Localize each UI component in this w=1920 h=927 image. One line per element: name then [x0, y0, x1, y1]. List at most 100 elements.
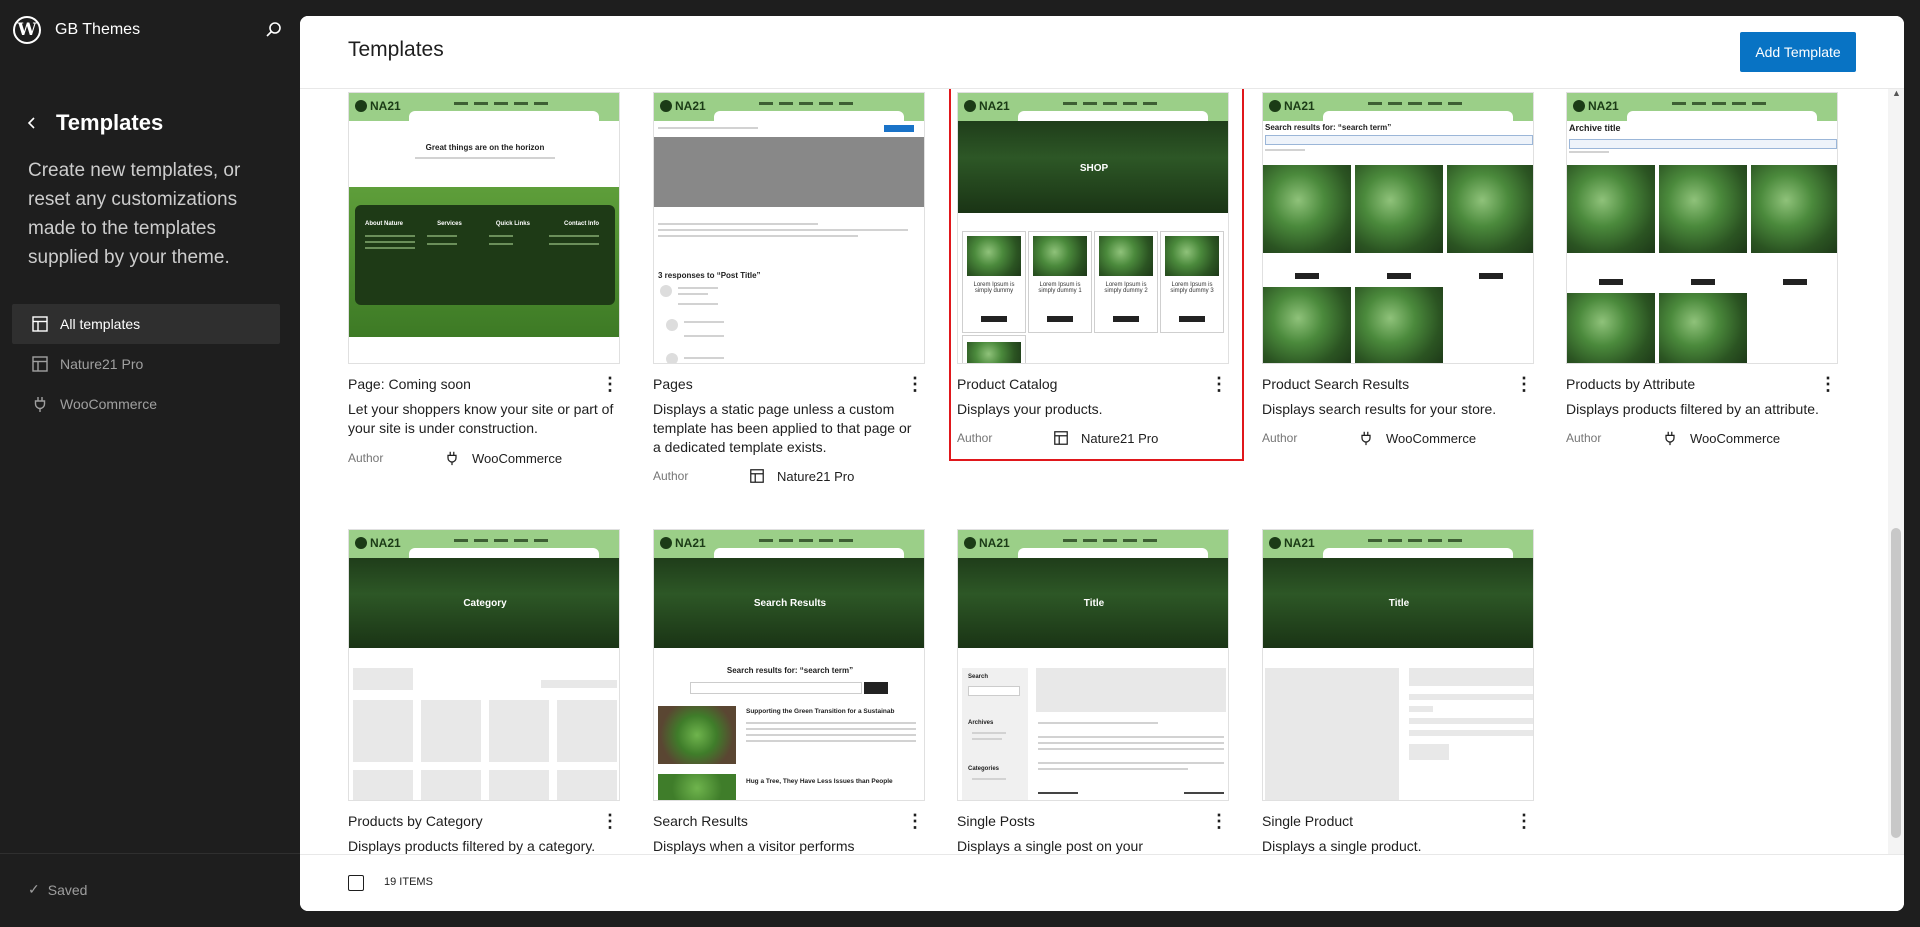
template-preview[interactable]: NA21 Search Results Search results for: …	[653, 529, 925, 801]
template-preview[interactable]: NA21 Search results for: “search term”	[1262, 92, 1534, 364]
author-label: Author	[1262, 431, 1298, 445]
sidebar-item-woocommerce[interactable]: WooCommerce	[12, 384, 280, 424]
template-card: NA21 3 responses to “Post Title” Pages ⋮…	[653, 92, 925, 492]
template-preview[interactable]: NA21 3 responses to “Post Title”	[653, 92, 925, 364]
template-preview[interactable]: NA21 Title	[1262, 529, 1534, 801]
add-template-button[interactable]: Add Template	[1740, 32, 1856, 72]
more-actions-icon[interactable]: ⋮	[1819, 372, 1837, 396]
preview-logo: NA21	[660, 536, 706, 550]
template-description: Displays a static page unless a custom t…	[653, 401, 912, 455]
template-title[interactable]: Page: Coming soon	[348, 376, 588, 392]
template-description: Displays a single post on your	[957, 838, 1143, 854]
back-chevron-icon[interactable]	[20, 111, 44, 135]
sidebar-title: Templates	[56, 110, 164, 135]
preview-header: NA21	[349, 530, 619, 558]
more-actions-icon[interactable]: ⋮	[1210, 809, 1228, 833]
preview-banner-label: Title	[1388, 598, 1410, 609]
template-title[interactable]: Products by Attribute	[1566, 376, 1806, 392]
plugin-icon	[1356, 428, 1376, 448]
author-name: WooCommerce	[1690, 430, 1781, 446]
template-title[interactable]: Products by Category	[348, 813, 588, 829]
author-name: Nature21 Pro	[777, 468, 855, 484]
template-card: NA21 Search results for: “search term” P…	[1262, 92, 1534, 492]
page-title: Templates	[348, 38, 444, 61]
sidebar: W GB Themes Templates Create new templat…	[0, 0, 300, 927]
template-description: Displays search results for your store.	[1262, 401, 1497, 417]
preview-header: NA21	[654, 530, 924, 558]
preview-heading: Archive title	[1569, 123, 1621, 133]
template-card: NA21 Title Single Product ⋮ Displays a s…	[1262, 529, 1534, 854]
plugin-icon	[442, 448, 462, 468]
save-status-label: Saved	[47, 881, 88, 898]
preview-heading: Search results for: “search term”	[1265, 123, 1392, 132]
preview-banner-label: Title	[1083, 598, 1105, 609]
template-card: NA21 Search Results Search results for: …	[653, 529, 925, 854]
preview-header: NA21	[958, 530, 1228, 558]
template-title[interactable]: Search Results	[653, 813, 893, 829]
template-title[interactable]: Product Search Results	[1262, 376, 1502, 392]
preview-header: NA21	[1567, 93, 1837, 121]
author-name: WooCommerce	[1386, 430, 1477, 446]
plugin-icon	[1660, 428, 1680, 448]
author-label: Author	[653, 469, 689, 483]
sidebar-divider	[0, 853, 300, 854]
template-author: Author WooCommerce	[1262, 428, 1476, 448]
sidebar-item-all-templates[interactable]: All templates	[12, 304, 280, 344]
template-description: Let your shoppers know your site or part…	[348, 401, 614, 436]
layout-icon	[30, 314, 50, 334]
sidebar-item-label: All templates	[60, 316, 141, 332]
layout-icon	[747, 466, 767, 486]
preview-header: NA21	[1263, 93, 1533, 121]
template-author: Author WooCommerce	[1566, 428, 1780, 448]
navigator-header: Templates	[20, 110, 163, 136]
scroll-up-icon[interactable]: ▲	[1892, 88, 1901, 98]
more-actions-icon[interactable]: ⋮	[1515, 809, 1533, 833]
template-preview[interactable]: NA21 Archive title	[1566, 92, 1838, 364]
site-hub[interactable]: W GB Themes	[13, 14, 140, 46]
preview-logo: NA21	[964, 536, 1010, 550]
main-panel: NA21 Great things are on the horizon Abo…	[300, 16, 1904, 911]
sidebar-item-label: Nature21 Pro	[60, 356, 144, 372]
template-card: NA21 Great things are on the horizon Abo…	[348, 92, 620, 492]
more-actions-icon[interactable]: ⋮	[906, 372, 924, 396]
author-label: Author	[1566, 431, 1602, 445]
more-actions-icon[interactable]: ⋮	[601, 809, 619, 833]
template-preview[interactable]: NA21 Title Search Archives Categories	[957, 529, 1229, 801]
preview-post-title: Hug a Tree, They Have Less Issues than P…	[746, 778, 893, 785]
scrollbar[interactable]: ▲ ▼	[1888, 88, 1904, 911]
item-count: 19 ITEMS	[384, 876, 433, 888]
more-actions-icon[interactable]: ⋮	[601, 372, 619, 396]
more-actions-icon[interactable]: ⋮	[1515, 372, 1533, 396]
template-preview[interactable]: NA21 Great things are on the horizon Abo…	[348, 92, 620, 364]
template-author: Author WooCommerce	[348, 448, 562, 468]
preview-heading: Great things are on the horizon	[425, 143, 545, 152]
author-name: WooCommerce	[472, 450, 563, 466]
preview-heading: Search results for: “search term”	[726, 666, 854, 675]
preview-header: NA21	[1263, 530, 1533, 558]
wordpress-logo-icon[interactable]: W	[13, 16, 41, 44]
template-description: Displays products filtered by an attribu…	[1566, 401, 1819, 417]
sidebar-description: Create new templates, or reset any custo…	[28, 160, 241, 268]
template-card: NA21 Archive title Products by Attribute…	[1566, 92, 1838, 492]
preview-footer-columns: About Nature Services Quick Links Contact I…	[365, 221, 599, 227]
preview-logo: NA21	[1269, 536, 1315, 550]
select-all-checkbox[interactable]	[348, 875, 364, 891]
site-title: GB Themes	[55, 21, 141, 38]
author-label: Author	[348, 451, 384, 465]
preview-logo: NA21	[355, 536, 401, 550]
more-actions-icon[interactable]: ⋮	[906, 809, 924, 833]
search-icon[interactable]	[262, 18, 286, 42]
template-title[interactable]: Pages	[653, 376, 893, 392]
preview-banner-label: Category	[463, 598, 507, 609]
sidebar-item-nature21-pro[interactable]: Nature21 Pro	[12, 344, 280, 384]
template-title[interactable]: Single Posts	[957, 813, 1197, 829]
preview-header: NA21	[654, 93, 924, 121]
page-header: Templates Add Template	[300, 16, 1904, 89]
preview-logo: NA21	[355, 99, 401, 113]
bulk-actions-bar: 19 ITEMS	[300, 854, 1904, 911]
preview-banner-label: Search Results	[753, 598, 827, 609]
scrollbar-thumb[interactable]	[1891, 528, 1901, 838]
template-preview[interactable]: NA21 Category	[348, 529, 620, 801]
template-title[interactable]: Single Product	[1262, 813, 1502, 829]
save-status: ✓ Saved	[28, 881, 87, 898]
